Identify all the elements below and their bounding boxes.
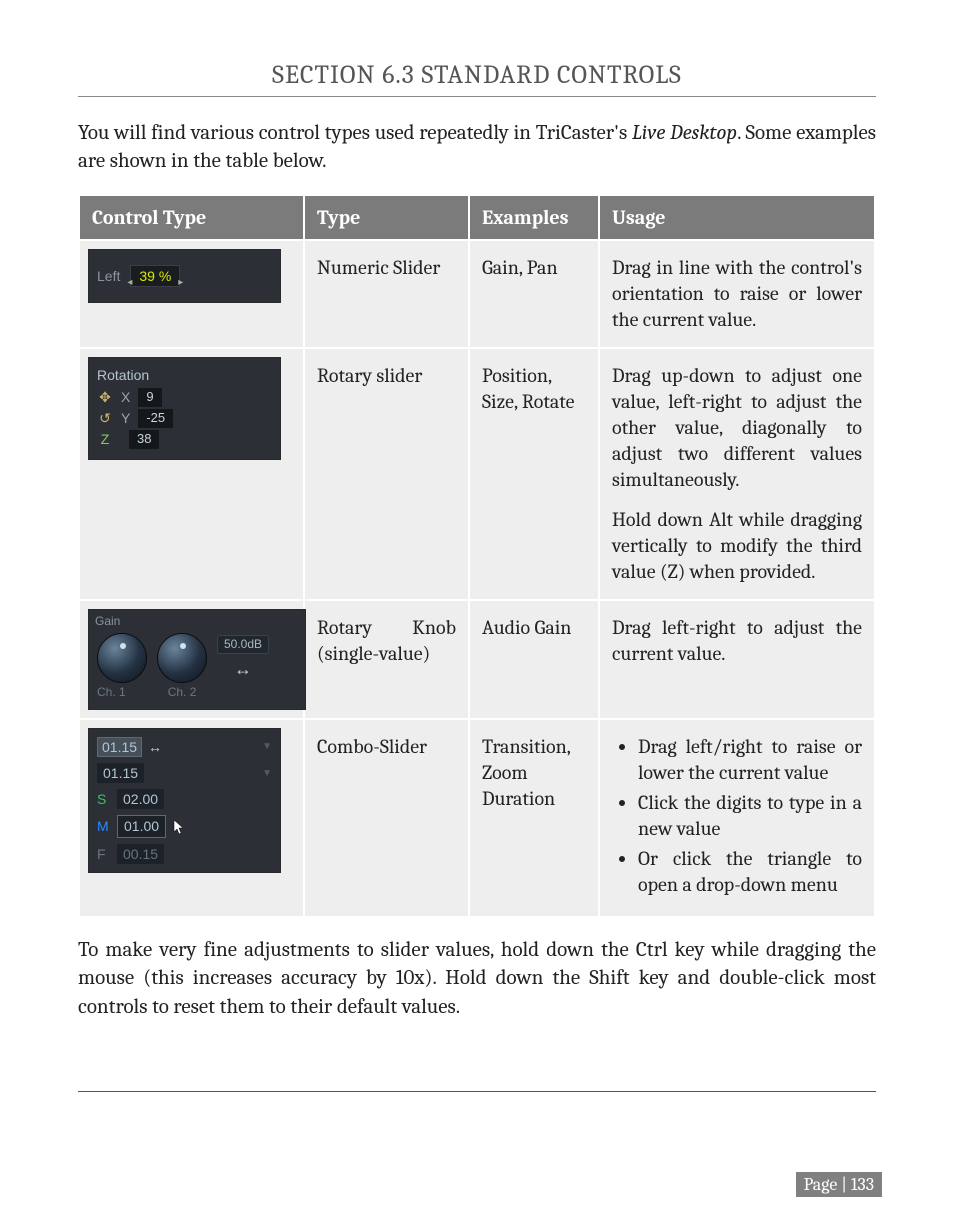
usage-item: Click the digits to type in a new value [638, 790, 862, 842]
cell-type: Rotary slider [304, 348, 469, 600]
page-number: Page | 133 [796, 1172, 882, 1197]
intro-pre: You will find various control types used… [78, 121, 632, 145]
arrows-icon: ↔ [148, 738, 162, 756]
cell-examples: Transition, Zoom Duration [469, 719, 599, 917]
numeric-slider-label: Left [97, 267, 120, 285]
cell-type: Combo-Slider [304, 719, 469, 917]
rot-y: -25 [138, 409, 173, 428]
rotary-title: Rotation [97, 366, 272, 384]
usage-p2: Hold down Alt while dragging vertically … [612, 507, 862, 585]
table-row: Left 39 % Numeric Slider Gain, Pan Drag … [79, 240, 875, 348]
combo-letter-m: M [97, 817, 111, 835]
table-row: Gain 50.0dB ↔ Ch. 1 Ch. 2 [79, 600, 875, 719]
table-row: 01.15 ↔ ▼ 01.15 ▼ S 02.00 M 01.00 F 00.15 [79, 719, 875, 917]
th-examples: Examples [469, 195, 599, 240]
combo-hover: 01.15 [97, 737, 142, 757]
arrows-icon: ↔ [234, 658, 252, 681]
controls-table: Control Type Type Examples Usage Left 39… [78, 194, 876, 918]
rotary-knob-thumbnail: Gain 50.0dB ↔ Ch. 1 Ch. 2 [88, 609, 306, 710]
usage-item: Drag left/right to raise or lower the cu… [638, 734, 862, 786]
knob-icon [97, 633, 147, 683]
chevron-down-icon: ▼ [262, 767, 272, 780]
outro-italic: Shift [589, 966, 629, 990]
cell-usage: Drag left/right to raise or lower the cu… [599, 719, 875, 917]
combo-selected: 01.15 [97, 763, 144, 783]
footer-rule [78, 1091, 876, 1092]
combo-s: 02.00 [117, 789, 164, 809]
move-icon: ✥ [97, 388, 113, 406]
th-usage: Usage [599, 195, 875, 240]
cell-examples: Audio Gain [469, 600, 599, 719]
rotary-slider-thumbnail: Rotation ✥X9 ↺Y-25 Z38 [88, 357, 281, 460]
cell-examples: Gain, Pan [469, 240, 599, 348]
cell-usage: Drag up-down to adjust one value, left-r… [599, 348, 875, 600]
cell-usage: Drag left-right to adjust the current va… [599, 600, 875, 719]
combo-m: 01.00 [117, 815, 166, 837]
gain-ch2: Ch. 2 [168, 685, 197, 701]
knob-icon [157, 633, 207, 683]
numeric-slider-thumbnail: Left 39 % [88, 249, 281, 303]
gain-badge: 50.0dB [217, 635, 269, 655]
usage-p1: Drag up-down to adjust one value, left-r… [612, 363, 862, 493]
gain-label: Gain [95, 614, 297, 630]
rot-z: 38 [129, 430, 159, 449]
outro-paragraph: To make very fine adjustments to slider … [78, 936, 876, 1021]
combo-f: 00.15 [117, 844, 164, 864]
table-row: Rotation ✥X9 ↺Y-25 Z38 Rotary slider Pos… [79, 348, 875, 600]
chevron-down-icon: ▼ [262, 740, 272, 753]
th-type: Type [304, 195, 469, 240]
z-icon: Z [97, 430, 113, 448]
gain-ch1: Ch. 1 [97, 685, 126, 701]
combo-slider-thumbnail: 01.15 ↔ ▼ 01.15 ▼ S 02.00 M 01.00 F 00.15 [88, 728, 281, 873]
intro-paragraph: You will find various control types used… [78, 119, 876, 176]
cell-examples: Position, Size, Rotate [469, 348, 599, 600]
th-control-type: Control Type [79, 195, 304, 240]
rotate-icon: ↺ [97, 409, 113, 427]
usage-item: Or click the triangle to open a drop-dow… [638, 846, 862, 898]
cursor-icon [172, 819, 186, 835]
cell-usage: Drag in line with the control's orientat… [599, 240, 875, 348]
rot-x: 9 [138, 388, 161, 407]
cell-type: Numeric Slider [304, 240, 469, 348]
cell-type: Rotary Knob (single-value) [304, 600, 469, 719]
intro-italic: Live Desktop [632, 121, 737, 145]
section-title: SECTION 6.3 STANDARD CONTROLS [78, 60, 876, 97]
combo-letter-f: F [97, 845, 111, 863]
numeric-slider-value: 39 % [130, 265, 180, 287]
combo-letter-s: S [97, 790, 111, 808]
